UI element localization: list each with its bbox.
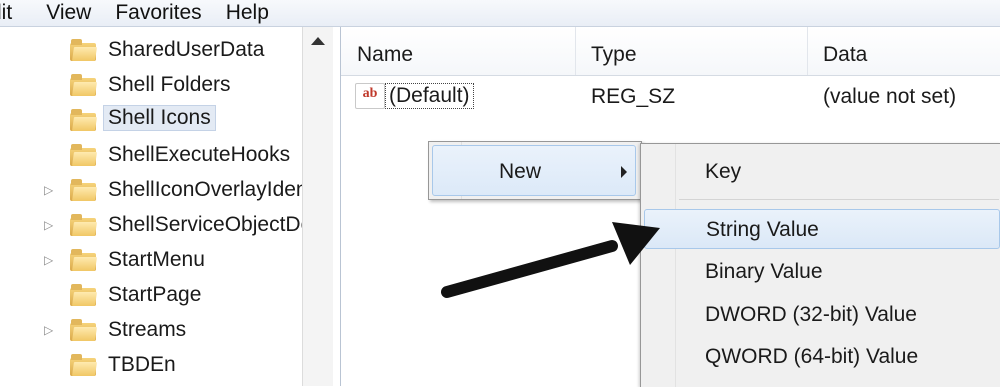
- string-value-icon: ab: [355, 83, 385, 109]
- tree-item-label: ShellServiceObjectDelayLoad: [108, 213, 302, 236]
- expand-triangle-icon[interactable]: ▷: [44, 253, 56, 267]
- folder-icon: [70, 284, 97, 306]
- menu-item-new-label: New: [499, 160, 542, 183]
- folder-icon: [70, 179, 97, 201]
- menu-favorites[interactable]: Favorites: [103, 0, 213, 26]
- expand-triangle-icon[interactable]: ▷: [44, 218, 56, 232]
- folder-icon: [70, 249, 97, 271]
- column-header-type[interactable]: Type: [575, 27, 808, 75]
- column-header-data[interactable]: Data: [807, 27, 1000, 75]
- folder-icon: [70, 319, 97, 341]
- folder-icon: [70, 109, 97, 131]
- tree-item-startpage[interactable]: StartPage: [0, 278, 302, 312]
- tree-item-label: SharedUserData: [108, 38, 265, 61]
- menu-help[interactable]: Help: [214, 0, 281, 26]
- tree-item-label: StartMenu: [108, 248, 205, 271]
- value-name: (Default): [385, 83, 474, 109]
- menu-bar: dit View Favorites Help: [0, 0, 1000, 27]
- folder-icon: [70, 74, 97, 96]
- folder-icon: [70, 354, 97, 376]
- value-data: (value not set): [823, 85, 957, 108]
- tree-item-shelliconoverlayidentifiers[interactable]: ▷ ShellIconOverlayIdentifiers: [0, 173, 302, 207]
- menu-item-dword-value[interactable]: DWORD (32-bit) Value: [641, 295, 1000, 335]
- expand-triangle-icon[interactable]: ▷: [44, 323, 56, 337]
- new-submenu: Key String Value Binary Value DWORD (32-…: [640, 143, 1000, 387]
- column-header-name[interactable]: Name: [341, 27, 576, 75]
- tree-item-shell-icons[interactable]: Shell Icons: [0, 103, 302, 137]
- menu-separator: [679, 199, 999, 200]
- menu-item-label: String Value: [706, 218, 819, 241]
- tree-scrollbar[interactable]: [302, 27, 333, 386]
- menu-item-string-value[interactable]: String Value: [644, 209, 1000, 249]
- expand-triangle-icon[interactable]: ▷: [44, 183, 56, 197]
- tree-item-label: StartPage: [108, 283, 202, 306]
- menu-item-new[interactable]: New: [432, 145, 636, 196]
- menu-item-label: DWORD (32-bit) Value: [705, 303, 917, 326]
- submenu-arrow-icon: [621, 166, 627, 178]
- tree-item-label: Streams: [108, 318, 187, 341]
- tree-item-shellexecutehooks[interactable]: ShellExecuteHooks: [0, 138, 302, 172]
- tree-item-streams[interactable]: ▷ Streams: [0, 313, 302, 347]
- tree-item-startmenu[interactable]: ▷ StartMenu: [0, 243, 302, 277]
- menu-edit[interactable]: dit: [0, 0, 24, 26]
- context-menu: New: [428, 141, 642, 200]
- registry-key-tree: SharedUserData Shell Folders Shell Icons…: [0, 27, 303, 386]
- tree-item-label: Shell Icons: [103, 105, 216, 131]
- menu-item-label: QWORD (64-bit) Value: [705, 345, 919, 368]
- menu-item-label: Key: [705, 160, 742, 183]
- tree-item-shellserviceobjectdelayload[interactable]: ▷ ShellServiceObjectDelayLoad: [0, 208, 302, 242]
- folder-icon: [70, 144, 97, 166]
- tree-item-label: TBDEn: [108, 353, 176, 376]
- folder-icon: [70, 39, 97, 61]
- tree-item-shell-folders[interactable]: Shell Folders: [0, 68, 302, 102]
- tree-item-label: Shell Folders: [108, 73, 231, 96]
- list-header: Name Type Data: [341, 27, 1000, 76]
- menu-item-key[interactable]: Key: [641, 152, 1000, 192]
- menu-item-label: Binary Value: [705, 260, 823, 283]
- tree-item-label: ShellIconOverlayIdentifiers: [108, 178, 303, 201]
- tree-item-label: ShellExecuteHooks: [108, 143, 291, 166]
- scroll-up-icon[interactable]: [311, 37, 325, 45]
- tree-item-tbden[interactable]: TBDEn: [0, 348, 302, 382]
- menu-view[interactable]: View: [34, 0, 103, 26]
- folder-icon: [70, 214, 97, 236]
- menu-item-binary-value[interactable]: Binary Value: [641, 252, 1000, 292]
- menu-item-qword-value[interactable]: QWORD (64-bit) Value: [641, 337, 1000, 377]
- table-row[interactable]: ab (Default) REG_SZ (value not set): [341, 79, 1000, 119]
- tree-item-shareduserdata[interactable]: SharedUserData: [0, 33, 302, 67]
- value-type: REG_SZ: [591, 85, 676, 108]
